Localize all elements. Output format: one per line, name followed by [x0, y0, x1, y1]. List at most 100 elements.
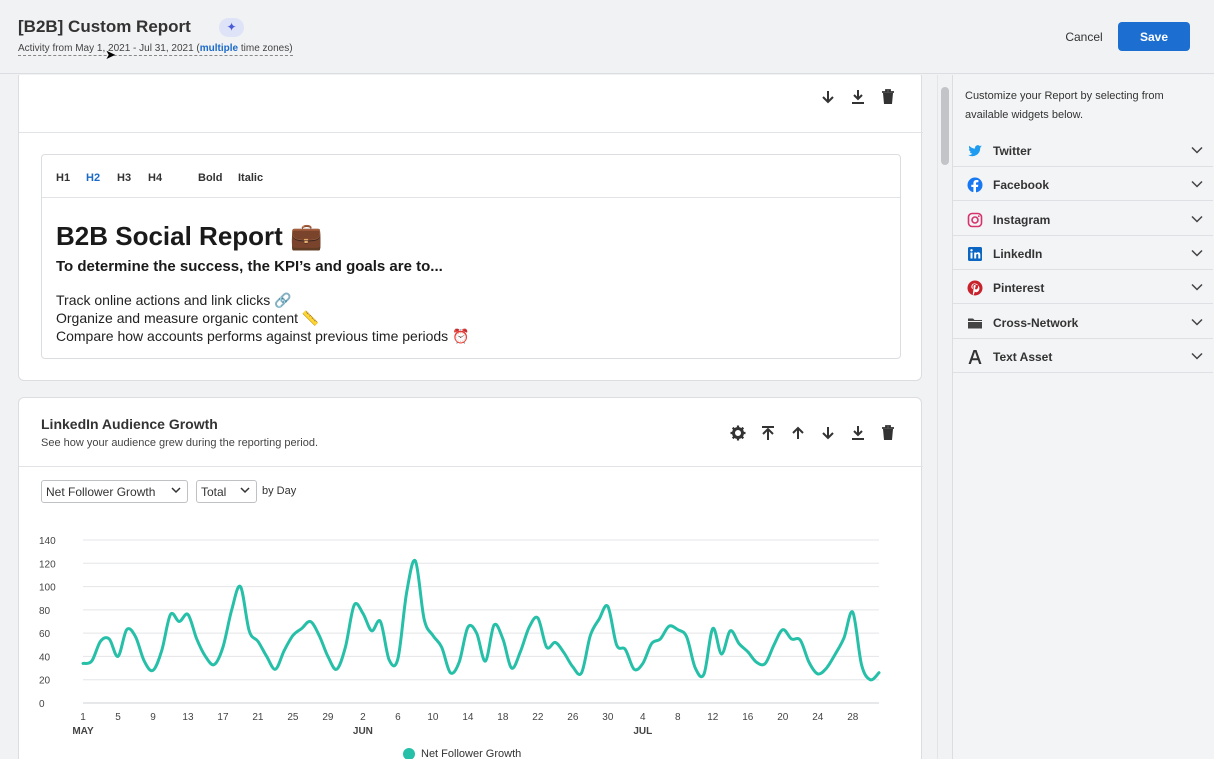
editor-line: Compare how accounts performs against pr…	[56, 328, 470, 344]
metric-select-value: Net Follower Growth	[46, 485, 156, 499]
legend-label: Net Follower Growth	[421, 748, 522, 759]
y-tick-label: 100	[39, 583, 56, 594]
by-day-label: by Day	[262, 485, 297, 497]
x-tick-label: 6	[395, 712, 401, 723]
scrollbar-thumb[interactable]	[941, 87, 949, 165]
report-canvas: H1 H2 H3 H4 Bold Italic B2B Social Repor…	[5, 75, 937, 759]
y-tick-label: 140	[39, 536, 56, 547]
date-range-subtitle[interactable]: Activity from May 1, 2021 - Jul 31, 2021…	[18, 43, 293, 56]
x-tick-label: 20	[777, 712, 789, 723]
report-header: [B2B] Custom Report ✦ Activity from May …	[0, 0, 1214, 74]
move-down-icon[interactable]	[819, 424, 837, 442]
x-tick-label: 2	[360, 712, 366, 723]
x-month-label: MAY	[72, 726, 94, 737]
widget-item-pinterest[interactable]: Pinterest	[953, 270, 1213, 305]
editor-heading: B2B Social Report 💼	[56, 221, 323, 251]
x-tick-label: 12	[707, 712, 719, 723]
x-tick-label: 22	[532, 712, 544, 723]
widget-item-label: Cross-Network	[993, 315, 1079, 330]
x-tick-label: 8	[675, 712, 681, 723]
time-zones-link[interactable]: multiple	[200, 43, 238, 54]
widget-item-text-asset[interactable]: Text Asset	[953, 339, 1213, 373]
rich-text-editor[interactable]: H1 H2 H3 H4 Bold Italic B2B Social Repor…	[41, 154, 901, 359]
mouse-cursor-icon: ➤	[105, 47, 116, 62]
h4-button[interactable]: H4	[148, 172, 162, 184]
trash-icon[interactable]	[879, 424, 897, 442]
date-range-suffix: time zones)	[238, 43, 293, 54]
h2-button[interactable]: H2	[86, 172, 100, 184]
y-tick-label: 0	[39, 699, 45, 710]
chevron-down-icon	[1191, 352, 1203, 360]
linkedin-icon	[967, 246, 983, 262]
chevron-down-icon	[1191, 284, 1203, 291]
widget-item-cross-network[interactable]: Cross-Network	[953, 305, 1213, 339]
x-tick-label: 1	[80, 712, 86, 723]
linkedin-audience-growth-card: LinkedIn Audience Growth See how your au…	[18, 397, 923, 759]
pinterest-icon	[967, 280, 983, 296]
aggregation-select[interactable]: Total	[196, 480, 257, 503]
x-tick-label: 24	[812, 712, 824, 723]
download-icon[interactable]	[849, 88, 867, 106]
widget-item-label: Facebook	[993, 178, 1050, 193]
download-icon[interactable]	[849, 424, 867, 442]
editor-line: Track online actions and link clicks 🔗	[56, 292, 292, 308]
widget-panel: Customize your Report by selecting from …	[952, 75, 1214, 759]
main-scrollbar[interactable]	[937, 75, 952, 759]
facebook-icon	[967, 177, 983, 194]
widget-item-label: Text Asset	[993, 349, 1053, 364]
card-divider	[19, 132, 923, 133]
ai-sparkle-icon[interactable]: ✦	[219, 18, 244, 37]
y-tick-label: 60	[39, 629, 51, 640]
widget-item-facebook[interactable]: Facebook	[953, 167, 1213, 202]
report-title: [B2B] Custom Report	[18, 17, 191, 36]
trash-icon[interactable]	[879, 88, 897, 106]
aggregation-select-value: Total	[201, 485, 227, 499]
card-toolbar	[729, 424, 897, 442]
instagram-icon	[967, 212, 983, 228]
widget-item-label: Twitter	[993, 144, 1032, 158]
x-tick-label: 16	[742, 712, 754, 723]
chevron-down-icon	[1191, 215, 1203, 223]
chevron-down-icon	[1191, 181, 1203, 188]
x-tick-label: 28	[847, 712, 859, 723]
editor-line: Organize and measure organic content 📏	[56, 310, 320, 326]
y-tick-label: 120	[39, 559, 56, 570]
bold-button[interactable]: Bold	[198, 172, 222, 184]
widget-item-linkedin[interactable]: LinkedIn	[953, 236, 1213, 270]
text-asset-icon	[967, 349, 983, 365]
x-tick-label: 10	[427, 712, 439, 723]
save-button[interactable]: Save	[1118, 22, 1190, 51]
panel-intro: Customize your Report by selecting from …	[965, 90, 1164, 121]
x-tick-label: 17	[217, 712, 229, 723]
widget-item-label: Instagram	[993, 212, 1051, 227]
gear-icon[interactable]	[729, 424, 747, 442]
h3-button[interactable]: H3	[117, 172, 131, 184]
x-tick-label: 30	[602, 712, 614, 723]
x-tick-label: 4	[640, 712, 646, 723]
x-tick-label: 26	[567, 712, 579, 723]
editor-toolbar: H1 H2 H3 H4 Bold Italic	[42, 155, 900, 198]
cancel-button[interactable]: Cancel	[1058, 22, 1110, 51]
move-down-icon[interactable]	[819, 88, 837, 106]
chart-legend[interactable]: Net Follower Growth	[403, 748, 521, 759]
widget-item-twitter[interactable]: Twitter	[953, 133, 1213, 167]
x-tick-label: 14	[462, 712, 474, 723]
metric-select[interactable]: Net Follower Growth	[41, 480, 188, 503]
legend-swatch	[403, 748, 415, 759]
y-tick-label: 40	[39, 652, 51, 663]
series-line-net-follower-growth	[81, 558, 881, 682]
move-up-icon[interactable]	[789, 424, 807, 442]
x-tick-label: 25	[287, 712, 299, 723]
h1-button[interactable]: H1	[56, 172, 70, 184]
widget-item-instagram[interactable]: Instagram	[953, 202, 1213, 236]
chevron-down-icon	[1191, 318, 1203, 326]
x-month-label: JUN	[353, 726, 373, 737]
x-tick-label: 9	[150, 712, 156, 723]
y-tick-label: 80	[39, 606, 51, 617]
audience-growth-chart: 0204060801001201401 5 9 13 17 21 25 29 2 6 10 14 18 2…	[39, 536, 881, 737]
italic-button[interactable]: Italic	[238, 172, 263, 184]
y-tick-label: 20	[39, 676, 51, 687]
folder-icon	[967, 315, 983, 331]
move-to-top-icon[interactable]	[759, 424, 777, 442]
x-tick-label: 5	[115, 712, 121, 723]
